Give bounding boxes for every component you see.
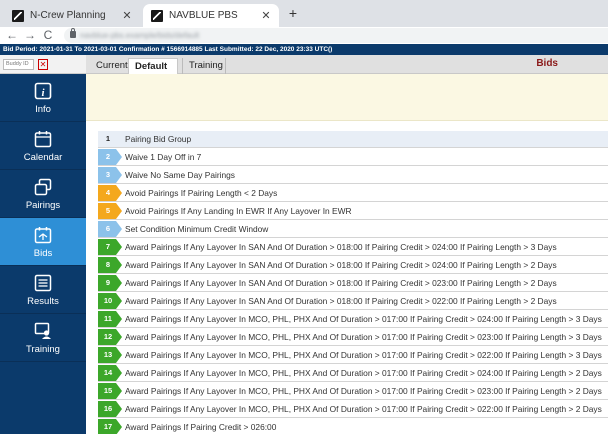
bid-text: Award Pairings If Any Layover In MCO, PH… <box>125 314 602 324</box>
bid-text: Set Condition Minimum Credit Window <box>125 224 269 234</box>
svg-text:i: i <box>41 87 45 99</box>
bid-row[interactable]: 3 Waive No Same Day Pairings <box>98 167 608 184</box>
bid-row[interactable]: 13 Award Pairings If Any Layover In MCO, … <box>98 347 608 364</box>
new-tab-button[interactable]: + <box>285 5 301 21</box>
clear-buddy-icon[interactable]: ✕ <box>38 59 48 70</box>
info-icon: i <box>34 82 52 100</box>
bid-text: Award Pairings If Any Layover In MCO, PH… <box>125 368 602 378</box>
bid-number-badge: 16 <box>98 401 122 417</box>
sidebar-item-pairings[interactable]: Pairings <box>0 170 86 218</box>
bid-number-badge: 6 <box>98 221 122 237</box>
navblue-favicon-icon <box>151 9 163 22</box>
bid-number-badge: 4 <box>98 185 122 201</box>
tab-training[interactable]: Training <box>182 58 226 74</box>
bid-text: Award Pairings If Any Layover In MCO, PH… <box>125 386 602 396</box>
bid-period-banner: Bid Period: 2021-01-31 To 2021-03-01 Con… <box>0 44 608 55</box>
lock-icon <box>70 28 76 38</box>
bid-number-badge: 9 <box>98 275 122 291</box>
browser-tab-strip: N-Crew Planning ✕ NAVBLUE PBS ✕ + <box>0 0 608 27</box>
bid-text: Award Pairings If Any Layover In MCO, PH… <box>125 350 602 360</box>
sidebar: i Info Calendar Pairings Bids Results Training <box>0 74 86 434</box>
bid-row[interactable]: 7 Award Pairings If Any Layover In SAN An… <box>98 239 608 256</box>
bid-row[interactable]: 17 Award Pairings If Pairing Credit > 026… <box>98 419 608 434</box>
address-bar[interactable]: navblue-pbs.example/bids/default <box>64 28 608 43</box>
bid-number-badge: 17 <box>98 419 122 434</box>
url-text: navblue-pbs.example/bids/default <box>80 31 200 40</box>
bid-row[interactable]: 16 Award Pairings If Any Layover In MCO, … <box>98 401 608 418</box>
sidebar-item-label: Bids <box>33 248 53 259</box>
bid-text: Award Pairings If Any Layover In SAN And… <box>125 296 557 306</box>
reload-icon[interactable]: C <box>42 27 54 44</box>
bid-text: Pairing Bid Group <box>125 134 192 144</box>
tab-title: NAVBLUE PBS <box>169 10 238 21</box>
bid-row[interactable]: 6 Set Condition Minimum Credit Window <box>98 221 608 238</box>
bid-number-badge: 3 <box>98 167 122 183</box>
bid-text: Award Pairings If Any Layover In SAN And… <box>125 242 557 252</box>
calendar-icon <box>34 130 52 148</box>
training-icon <box>34 322 52 340</box>
bid-row[interactable]: 10 Award Pairings If Any Layover In SAN A… <box>98 293 608 310</box>
browser-tab-ncrew[interactable]: N-Crew Planning ✕ <box>4 4 140 27</box>
bid-group-row[interactable]: 1 Pairing Bid Group <box>98 131 608 148</box>
bid-number-badge: 5 <box>98 203 122 219</box>
sidebar-item-label: Training <box>26 344 60 355</box>
sidebar-item-calendar[interactable]: Calendar <box>0 122 86 170</box>
bid-row[interactable]: 9 Award Pairings If Any Layover In SAN An… <box>98 275 608 292</box>
sidebar-item-bids[interactable]: Bids <box>0 218 86 266</box>
bid-number-badge: 14 <box>98 365 122 381</box>
bid-text: Award Pairings If Any Layover In MCO, PH… <box>125 404 602 414</box>
tab-title: N-Crew Planning <box>30 10 106 21</box>
pairings-icon <box>34 178 52 196</box>
bids-icon <box>34 226 52 244</box>
back-arrow-icon[interactable]: ← <box>6 27 18 44</box>
tab-default[interactable]: Default <box>128 58 178 74</box>
bid-row[interactable]: 4 Avoid Pairings If Pairing Length < 2 Da… <box>98 185 608 202</box>
bid-text: Award Pairings If Any Layover In SAN And… <box>125 260 557 270</box>
bid-row[interactable]: 2 Waive 1 Day Off in 7 <box>98 149 608 166</box>
sidebar-item-info[interactable]: i Info <box>0 74 86 122</box>
bid-row[interactable]: 5 Avoid Pairings If Any Landing In EWR If… <box>98 203 608 220</box>
bid-text: Award Pairings If Any Layover In SAN And… <box>125 278 557 288</box>
bid-text: Avoid Pairings If Any Landing In EWR If … <box>125 206 352 216</box>
sidebar-item-label: Calendar <box>23 152 63 163</box>
bid-number-badge: 8 <box>98 257 122 273</box>
navblue-favicon-icon <box>12 9 24 22</box>
bid-row[interactable]: 14 Award Pairings If Any Layover In MCO, … <box>98 365 608 382</box>
sidebar-item-label: Info <box>35 104 51 115</box>
close-tab-icon[interactable]: ✕ <box>259 9 273 22</box>
sidebar-item-label: Pairings <box>25 200 61 211</box>
bid-text: Waive 1 Day Off in 7 <box>125 152 202 162</box>
bid-text: Waive No Same Day Pairings <box>125 170 235 180</box>
bid-row[interactable]: 11 Award Pairings If Any Layover In MCO, … <box>98 311 608 328</box>
bid-number-badge: 15 <box>98 383 122 399</box>
bid-text: Award Pairings If Pairing Credit > 026:0… <box>125 422 277 432</box>
bid-text: Award Pairings If Any Layover In MCO, PH… <box>125 332 602 342</box>
bid-number-badge: 13 <box>98 347 122 363</box>
close-tab-icon[interactable]: ✕ <box>120 9 134 22</box>
bid-number-badge: 11 <box>98 311 122 327</box>
app-window: N-Crew Planning ✕ NAVBLUE PBS ✕ + ← → C … <box>0 0 608 434</box>
page-title: Bids <box>536 58 558 69</box>
bid-row[interactable]: 15 Award Pairings If Any Layover In MCO, … <box>98 383 608 400</box>
sidebar-item-label: Results <box>27 296 59 307</box>
bid-row[interactable]: 8 Award Pairings If Any Layover In SAN An… <box>98 257 608 274</box>
results-icon <box>34 274 52 292</box>
bid-row[interactable]: 12 Award Pairings If Any Layover In MCO, … <box>98 329 608 346</box>
bid-number-badge: 12 <box>98 329 122 345</box>
notice-area <box>86 74 608 121</box>
sidebar-item-training[interactable]: Training <box>0 314 86 362</box>
bid-number-badge: 10 <box>98 293 122 309</box>
sidebar-item-results[interactable]: Results <box>0 266 86 314</box>
main-tabs: Current Default Training Bids <box>86 55 608 74</box>
bids-content: 1 Pairing Bid Group 2 Waive 1 Day Off in 73… <box>86 74 608 434</box>
buddy-id-input[interactable]: Buddy ID <box>3 59 34 70</box>
buddy-id-panel: Buddy ID ✕ <box>0 55 86 74</box>
bid-text: Avoid Pairings If Pairing Length < 2 Day… <box>125 188 278 198</box>
forward-arrow-icon[interactable]: → <box>24 27 36 44</box>
browser-tab-navblue-pbs[interactable]: NAVBLUE PBS ✕ <box>143 4 279 27</box>
browser-toolbar: ← → C navblue-pbs.example/bids/default <box>0 27 608 44</box>
bid-number-badge: 7 <box>98 239 122 255</box>
bid-number-badge: 1 <box>105 134 111 143</box>
bid-number-badge: 2 <box>98 149 122 165</box>
